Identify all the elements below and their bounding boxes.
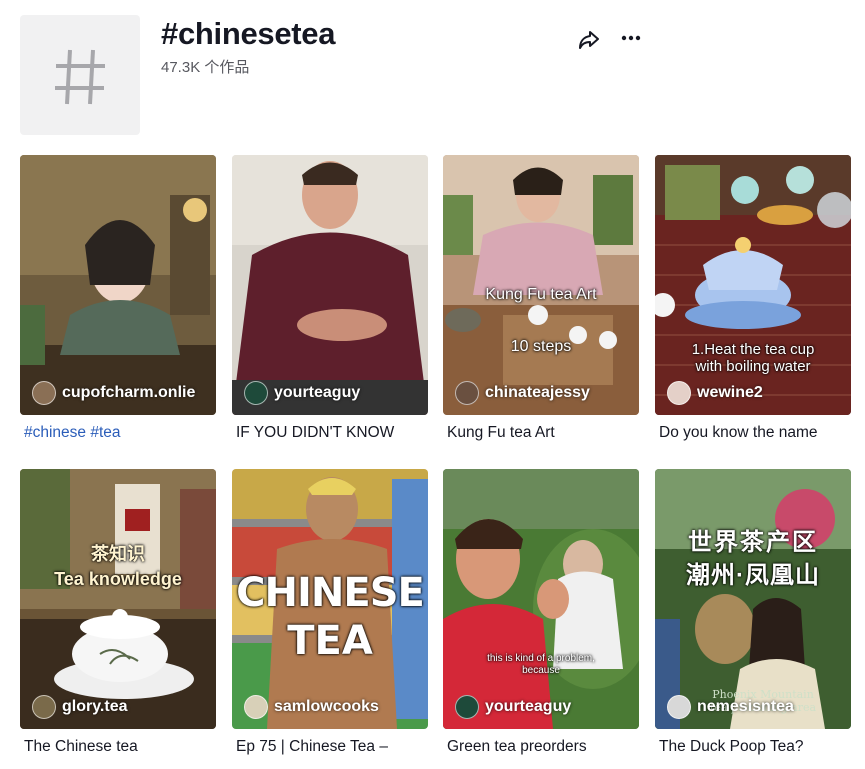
author-name: chinateajessy — [485, 384, 590, 401]
video-caption[interactable]: The Chinese tea — [24, 737, 216, 757]
avatar — [455, 695, 479, 719]
author-link[interactable]: glory.tea — [32, 695, 128, 719]
video-thumbnail[interactable]: CHINESE TEA samlowcooks — [232, 469, 428, 729]
video-caption[interactable]: #chinese #tea — [24, 423, 216, 443]
video-thumbnail[interactable]: cupofcharm.onlie — [20, 155, 216, 415]
author-link[interactable]: yourteaguy — [244, 381, 360, 405]
video-thumbnail[interactable]: this is kind of a problem, because yourt… — [443, 469, 639, 729]
author-link[interactable]: yourteaguy — [455, 695, 571, 719]
video-caption[interactable]: Ep 75 | Chinese Tea – — [236, 737, 428, 757]
avatar — [32, 695, 56, 719]
author-name: samlowcooks — [274, 698, 379, 715]
video-thumbnail[interactable]: 1.Heat the tea cup with boiling water we… — [655, 155, 851, 415]
video-caption[interactable]: IF YOU DIDN'T KNOW — [236, 423, 428, 443]
author-name: wewine2 — [697, 384, 763, 401]
video-caption[interactable]: Do you know the name — [659, 423, 851, 443]
author-link[interactable]: nemesisntea — [667, 695, 794, 719]
author-name: glory.tea — [62, 698, 128, 715]
video-thumbnail[interactable]: Kung Fu tea Art 10 steps chinateajessy — [443, 155, 639, 415]
video-count: 47.3K 个作品 — [161, 59, 250, 76]
share-button[interactable] — [576, 26, 602, 52]
avatar — [667, 381, 691, 405]
author-name: yourteaguy — [274, 384, 361, 401]
avatar — [32, 381, 56, 405]
author-name: cupofcharm.onlie — [62, 384, 196, 401]
avatar — [667, 695, 691, 719]
share-icon — [579, 31, 599, 49]
avatar — [244, 381, 268, 405]
author-link[interactable]: samlowcooks — [244, 695, 379, 719]
video-thumbnail[interactable]: 世界茶产区 潮州·凤凰山 Phoenix Mountain tea produc… — [655, 469, 851, 729]
video-caption[interactable]: The Duck Poop Tea? — [659, 737, 851, 757]
author-name: nemesisntea — [697, 698, 794, 715]
hashtag-icon — [55, 49, 105, 105]
author-link[interactable]: wewine2 — [667, 381, 763, 405]
video-caption[interactable]: Green tea preorders — [447, 737, 639, 757]
avatar — [455, 381, 479, 405]
author-name: yourteaguy — [485, 698, 572, 715]
avatar — [244, 695, 268, 719]
video-thumbnail[interactable]: 茶知识 Tea knowledge glory.tea — [20, 469, 216, 729]
more-button[interactable] — [618, 26, 644, 52]
video-thumbnail[interactable]: yourteaguy — [232, 155, 428, 415]
author-link[interactable]: chinateajessy — [455, 381, 590, 405]
author-link[interactable]: cupofcharm.onlie — [32, 381, 195, 405]
hashtag-avatar — [20, 15, 140, 135]
more-icon — [621, 35, 641, 41]
video-caption[interactable]: Kung Fu tea Art — [447, 423, 639, 443]
page-title: #chinesetea — [161, 16, 336, 51]
